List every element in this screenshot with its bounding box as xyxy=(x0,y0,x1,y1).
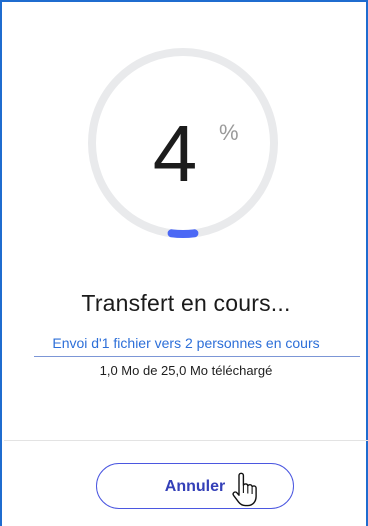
send-info-underline xyxy=(34,356,360,357)
percent-display: 4 % xyxy=(84,44,282,242)
footer-divider xyxy=(4,440,368,441)
percent-sign: % xyxy=(219,120,239,145)
size-progress-text: 1,0 Mo de 25,0 Mo téléchargé xyxy=(99,363,273,378)
hand-pointer-icon xyxy=(232,472,257,507)
transfer-panel: 4 % Transfert en cours... Envoi d'1 fich… xyxy=(0,0,368,526)
cancel-button[interactable]: Annuler xyxy=(96,463,294,509)
percent-value: 4 xyxy=(152,109,198,198)
status-title: Transfert en cours... xyxy=(81,290,291,316)
send-info-link[interactable]: Envoi d'1 fichier vers 2 personnes en co… xyxy=(2,334,368,352)
